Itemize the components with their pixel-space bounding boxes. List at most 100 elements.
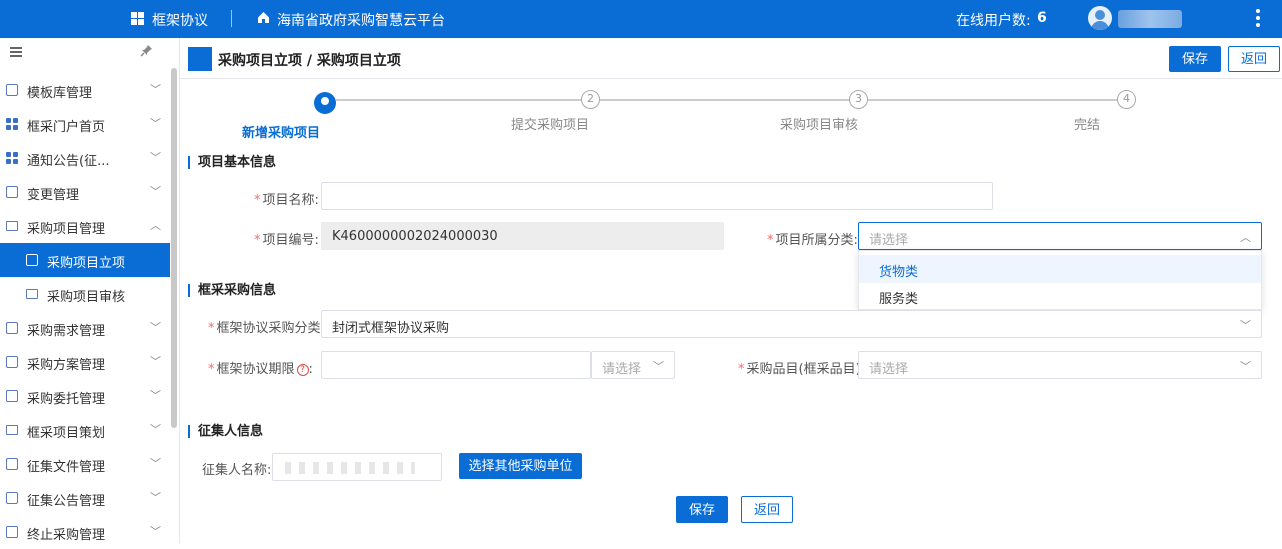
chevron-down-icon: ﹀ [150, 389, 161, 402]
step-connector [600, 99, 850, 101]
chevron-up-icon: ︿ [150, 219, 161, 232]
section-title-framework: 框采采购信息 [188, 284, 276, 297]
sidebar-item-label: 通知公告(征... [27, 154, 110, 169]
sidebar-item-template-library[interactable]: 模板库管理 ﹀ [0, 73, 170, 107]
chevron-down-icon: ﹀ [653, 360, 664, 373]
project-name-input[interactable] [321, 182, 993, 210]
chevron-down-icon: ﹀ [150, 423, 161, 436]
page-title: 采购项目立项 / 采购项目立项 [218, 53, 401, 69]
sidebar-item-label: 变更管理 [27, 188, 80, 203]
chevron-down-icon: ﹀ [150, 355, 161, 368]
sidebar-scrollbar[interactable] [171, 68, 177, 428]
sidebar-item-label: 采购方案管理 [27, 358, 106, 373]
sidebar-item-project-management[interactable]: 采购项目管理 ︿ [0, 209, 170, 243]
category-option-services[interactable]: 服务类 [859, 282, 1261, 310]
header-divider [180, 78, 1282, 79]
home-icon[interactable] [257, 11, 270, 28]
sidebar: 模板库管理 ﹀ 框采门户首页 ﹀ 通知公告(征... ﹀ 变更管理 ﹀ 采购项目… [0, 38, 180, 543]
user-avatar[interactable] [1088, 6, 1112, 30]
step-connector [868, 99, 1118, 101]
sidebar-item-project-review[interactable]: 采购项目审核 [0, 277, 170, 311]
chevron-down-icon: ﹀ [150, 321, 161, 334]
chevron-down-icon: ﹀ [1240, 319, 1251, 332]
doc-icon [6, 458, 18, 470]
sidebar-item-label: 框采门户首页 [27, 120, 106, 135]
doc-icon [6, 492, 18, 504]
footer-back-button[interactable]: 返回 [741, 496, 793, 523]
sidebar-item-portal-home[interactable]: 框采门户首页 ﹀ [0, 107, 170, 141]
sidebar-item-label: 征集文件管理 [27, 460, 106, 475]
sidebar-item-label: 模板库管理 [27, 86, 93, 101]
username-redacted[interactable] [1118, 10, 1182, 28]
framework-period-input[interactable] [321, 351, 591, 379]
chevron-down-icon: ﹀ [150, 491, 161, 504]
sidebar-item-demand-management[interactable]: 采购需求管理 ﹀ [0, 311, 170, 345]
step-4-circle: 4 [1117, 90, 1136, 109]
sidebar-item-label: 采购需求管理 [27, 324, 106, 339]
online-users-label: 在线用户数: [956, 13, 1031, 29]
change-icon [6, 186, 18, 198]
folder-icon [26, 289, 38, 299]
project-category-select[interactable]: 请选择 ︿ [858, 222, 1262, 250]
chevron-down-icon: ﹀ [150, 151, 161, 164]
chevron-down-icon: ﹀ [150, 83, 161, 96]
project-category-label: * 项目所属分类: [767, 233, 858, 248]
framework-type-select[interactable]: 封闭式框架协议采购 ﹀ [321, 310, 1262, 338]
more-vertical-icon[interactable] [1254, 8, 1262, 30]
framework-period-label: * 框架协议期限?: [208, 362, 313, 377]
project-name-label: * 项目名称: [254, 193, 319, 208]
sidebar-item-project-initiation[interactable]: 采购项目立项 [0, 243, 170, 277]
doc-icon [26, 254, 38, 266]
terminate-icon [6, 526, 18, 538]
app-title[interactable]: 框架协议 [152, 10, 208, 30]
chevron-down-icon: ﹀ [150, 457, 161, 470]
sidebar-item-terminate-procurement[interactable]: 终止采购管理 ﹀ [0, 515, 170, 549]
doc-icon [6, 390, 18, 402]
pin-icon[interactable] [140, 44, 153, 61]
sidebar-item-announcements[interactable]: 通知公告(征... ﹀ [0, 141, 170, 175]
save-button[interactable]: 保存 [1169, 46, 1221, 72]
project-code-input: K4600000002024000030 [321, 222, 724, 250]
back-button[interactable]: 返回 [1228, 46, 1280, 72]
chevron-down-icon: ﹀ [1240, 360, 1251, 373]
doc-icon [6, 322, 18, 334]
collector-name-input [272, 453, 442, 481]
divider [231, 10, 232, 27]
project-code-label: * 项目编号: [254, 233, 319, 248]
sidebar-item-project-planning[interactable]: 框采项目策划 ﹀ [0, 413, 170, 447]
online-users-count: 6 [1037, 10, 1047, 26]
framework-type-label: * 框架协议采购分类: [208, 321, 325, 336]
sidebar-item-entrust-management[interactable]: 采购委托管理 ﹀ [0, 379, 170, 413]
category-option-goods[interactable]: 货物类 [859, 255, 1261, 283]
step-3-label: 采购项目审核 [780, 118, 859, 133]
select-other-unit-button[interactable]: 选择其他采购单位 [459, 453, 582, 479]
procurement-item-select[interactable]: 请选择 ﹀ [858, 351, 1262, 379]
chevron-down-icon: ﹀ [150, 525, 161, 538]
sidebar-item-label: 框采项目策划 [27, 426, 106, 441]
sidebar-item-label: 终止采购管理 [27, 528, 106, 543]
platform-title[interactable]: 海南省政府采购智慧云平台 [277, 10, 445, 30]
sidebar-item-collection-announcements[interactable]: 征集公告管理 ﹀ [0, 481, 170, 515]
app-grid-icon [131, 12, 144, 25]
chevron-up-icon: ︿ [1240, 231, 1251, 244]
chevron-down-icon: ﹀ [150, 117, 161, 130]
menu-toggle-icon[interactable] [10, 47, 22, 57]
sidebar-item-collection-documents[interactable]: 征集文件管理 ﹀ [0, 447, 170, 481]
grid-icon [6, 152, 18, 164]
footer-save-button[interactable]: 保存 [676, 496, 728, 523]
category-dropdown: 货物类 服务类 [858, 250, 1262, 310]
sidebar-item-label: 采购项目立项 [47, 256, 126, 271]
main-content: 采购项目立项 / 采购项目立项 保存 返回 2 3 4 新增采购项目 提交采购项… [180, 38, 1282, 543]
sidebar-item-change-management[interactable]: 变更管理 ﹀ [0, 175, 170, 209]
sidebar-item-label: 采购项目管理 [27, 222, 106, 237]
procurement-item-label: * 采购品目(框采品目) [738, 362, 861, 377]
step-1-label: 新增采购项目 [242, 126, 321, 141]
folder-icon [6, 221, 18, 231]
collector-name-label: 征集人名称: [202, 463, 272, 478]
help-icon[interactable]: ? [296, 364, 309, 376]
step-1-location-icon [314, 92, 336, 114]
framework-period-unit-select[interactable]: 请选择 ﹀ [591, 351, 675, 379]
collector-name-redacted [285, 462, 415, 474]
template-icon [6, 84, 18, 96]
sidebar-item-plan-management[interactable]: 采购方案管理 ﹀ [0, 345, 170, 379]
